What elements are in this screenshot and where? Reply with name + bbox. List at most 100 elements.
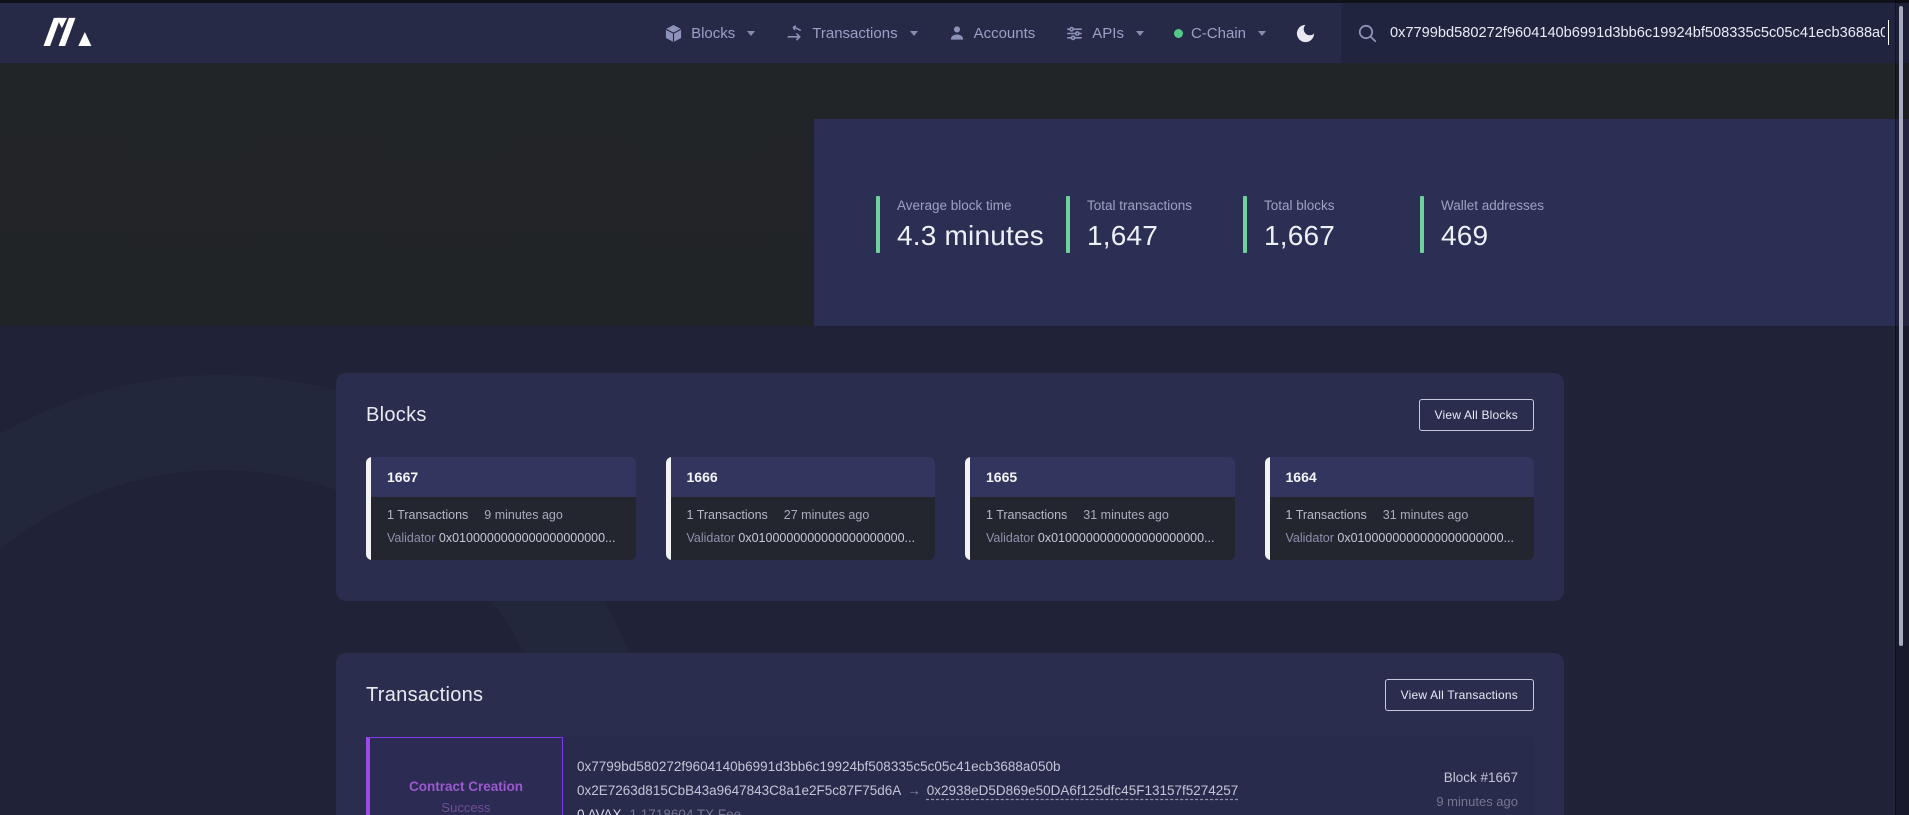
- vertical-scrollbar[interactable]: [1895, 0, 1909, 815]
- nav-item-blocks[interactable]: Blocks: [664, 24, 755, 43]
- transaction-type: Contract Creation: [409, 779, 523, 794]
- stat-value: 469: [1441, 220, 1544, 252]
- text-caret: [1888, 20, 1890, 45]
- transaction-status: Success: [441, 800, 490, 815]
- chain-status-dot: [1174, 29, 1183, 38]
- transactions-section-title: Transactions: [366, 684, 483, 707]
- stat-accent-bar: [1066, 196, 1070, 253]
- stat-accent-bar: [1243, 196, 1247, 253]
- nav-item-accounts[interactable]: Accounts: [948, 24, 1036, 42]
- block-cards: 1667 1 Transactions 9 minutes ago Valida…: [366, 457, 1534, 560]
- scrollbar-thumb[interactable]: [1899, 6, 1903, 646]
- transaction-time-ago: 9 minutes ago: [1364, 794, 1518, 809]
- validator-address[interactable]: 0x0100000000000000000000...: [1038, 531, 1215, 545]
- block-card-body: 1 Transactions 27 minutes ago Validator …: [671, 497, 936, 560]
- stats-row: Average block time 4.3 minutes Total tra…: [814, 119, 1909, 253]
- validator-label: Validator: [1286, 531, 1334, 545]
- block-card[interactable]: 1666 1 Transactions 27 minutes ago Valid…: [666, 457, 936, 560]
- block-number[interactable]: 1664: [1270, 457, 1535, 497]
- validator-label: Validator: [986, 531, 1034, 545]
- block-tx-count: 1 Transactions: [687, 508, 768, 522]
- nav-label: Accounts: [974, 25, 1036, 42]
- blocks-section-title: Blocks: [366, 404, 427, 427]
- arrow-right-icon: →: [901, 783, 927, 798]
- nav-item-chain-selector[interactable]: C-Chain: [1174, 25, 1266, 42]
- transactions-section: Transactions View All Transactions Contr…: [336, 653, 1564, 815]
- block-tx-count: 1 Transactions: [1286, 508, 1367, 522]
- person-icon: [948, 24, 966, 42]
- block-time-ago: 27 minutes ago: [784, 508, 869, 522]
- chevron-down-icon: [1258, 31, 1266, 36]
- validator-label: Validator: [687, 531, 735, 545]
- stat-total-blocks: Total blocks 1,667: [1243, 196, 1420, 253]
- stat-value: 1,667: [1264, 220, 1335, 252]
- transaction-details: 0x7799bd580272f9604140b6991d3bb6c19924bf…: [563, 737, 1364, 815]
- stat-value: 4.3 minutes: [897, 220, 1044, 252]
- stat-label: Wallet addresses: [1441, 198, 1544, 213]
- app-logo[interactable]: [36, 14, 98, 53]
- blocks-section-header: Blocks View All Blocks: [366, 373, 1534, 431]
- block-card[interactable]: 1665 1 Transactions 31 minutes ago Valid…: [965, 457, 1235, 560]
- nav-label: Transactions: [812, 25, 897, 42]
- transfer-arrows-icon: [785, 24, 804, 43]
- search-bar: [1341, 3, 1895, 63]
- search-input[interactable]: [1390, 25, 1895, 41]
- nav-item-apis[interactable]: APIs: [1065, 24, 1144, 43]
- nav-menu: Blocks Transactions Accounts: [664, 24, 1266, 43]
- blocks-section: Blocks View All Blocks 1667 1 Transactio…: [336, 373, 1564, 601]
- stat-label: Total blocks: [1264, 198, 1335, 213]
- stat-accent-bar: [1420, 196, 1424, 253]
- search-icon: [1357, 23, 1378, 44]
- transaction-hash-link[interactable]: 0x7799bd580272f9604140b6991d3bb6c19924bf…: [577, 755, 1364, 779]
- block-card-body: 1 Transactions 9 minutes ago Validator 0…: [371, 497, 636, 560]
- stat-total-transactions: Total transactions 1,647: [1066, 196, 1243, 253]
- cube-icon: [664, 24, 683, 43]
- stat-label: Average block time: [897, 198, 1044, 213]
- block-number-link[interactable]: Block #1667: [1364, 770, 1518, 785]
- chevron-down-icon: [1136, 31, 1144, 36]
- view-all-blocks-button[interactable]: View All Blocks: [1419, 399, 1534, 431]
- block-tx-count: 1 Transactions: [986, 508, 1067, 522]
- navbar: Blocks Transactions Accounts: [0, 3, 1909, 63]
- block-card-body: 1 Transactions 31 minutes ago Validator …: [970, 497, 1235, 560]
- stat-value: 1,647: [1087, 220, 1192, 252]
- from-address[interactable]: 0x2E7263d815CbB43a9647843C8a1e2F5c87F75d…: [577, 783, 901, 798]
- moon-icon: [1294, 22, 1317, 45]
- block-card[interactable]: 1664 1 Transactions 31 minutes ago Valid…: [1265, 457, 1535, 560]
- block-number[interactable]: 1666: [671, 457, 936, 497]
- to-address-link[interactable]: 0x2938eD5D869e50DA6f125dfc45F13157f52742…: [927, 783, 1239, 798]
- avalanche-logo-icon: [36, 14, 98, 48]
- nav-label: APIs: [1092, 25, 1124, 42]
- theme-toggle-button[interactable]: [1294, 22, 1317, 45]
- block-tx-count: 1 Transactions: [387, 508, 468, 522]
- block-time-ago: 31 minutes ago: [1383, 508, 1468, 522]
- nav-label: C-Chain: [1191, 25, 1246, 42]
- view-all-transactions-button[interactable]: View All Transactions: [1385, 679, 1534, 711]
- block-number[interactable]: 1665: [970, 457, 1235, 497]
- stat-accent-bar: [876, 196, 880, 253]
- validator-address[interactable]: 0x0100000000000000000000...: [1337, 531, 1514, 545]
- window-top-edge: [0, 0, 1909, 3]
- sliders-icon: [1065, 24, 1084, 43]
- chevron-down-icon: [747, 31, 755, 36]
- transaction-meta: Block #1667 9 minutes ago: [1364, 737, 1534, 815]
- transaction-type-badge: Contract Creation Success: [366, 737, 563, 815]
- transactions-section-header: Transactions View All Transactions: [366, 653, 1534, 711]
- hero-section: Average block time 4.3 minutes Total tra…: [0, 63, 1909, 326]
- transaction-fee: 1.1718604 TX Fee: [630, 807, 742, 815]
- chevron-down-icon: [910, 31, 918, 36]
- block-time-ago: 31 minutes ago: [1083, 508, 1168, 522]
- block-number[interactable]: 1667: [371, 457, 636, 497]
- validator-label: Validator: [387, 531, 435, 545]
- transaction-rows: Contract Creation Success 0x7799bd580272…: [366, 737, 1534, 815]
- transaction-row: Contract Creation Success 0x7799bd580272…: [366, 737, 1534, 815]
- validator-address[interactable]: 0x0100000000000000000000...: [738, 531, 915, 545]
- block-card-body: 1 Transactions 31 minutes ago Validator …: [1270, 497, 1535, 560]
- transaction-amount: 0 AVAX: [577, 807, 622, 815]
- nav-item-transactions[interactable]: Transactions: [785, 24, 917, 43]
- stat-average-block-time: Average block time 4.3 minutes: [876, 196, 1066, 253]
- block-time-ago: 9 minutes ago: [484, 508, 563, 522]
- stat-label: Total transactions: [1087, 198, 1192, 213]
- block-card[interactable]: 1667 1 Transactions 9 minutes ago Valida…: [366, 457, 636, 560]
- validator-address[interactable]: 0x0100000000000000000000...: [439, 531, 616, 545]
